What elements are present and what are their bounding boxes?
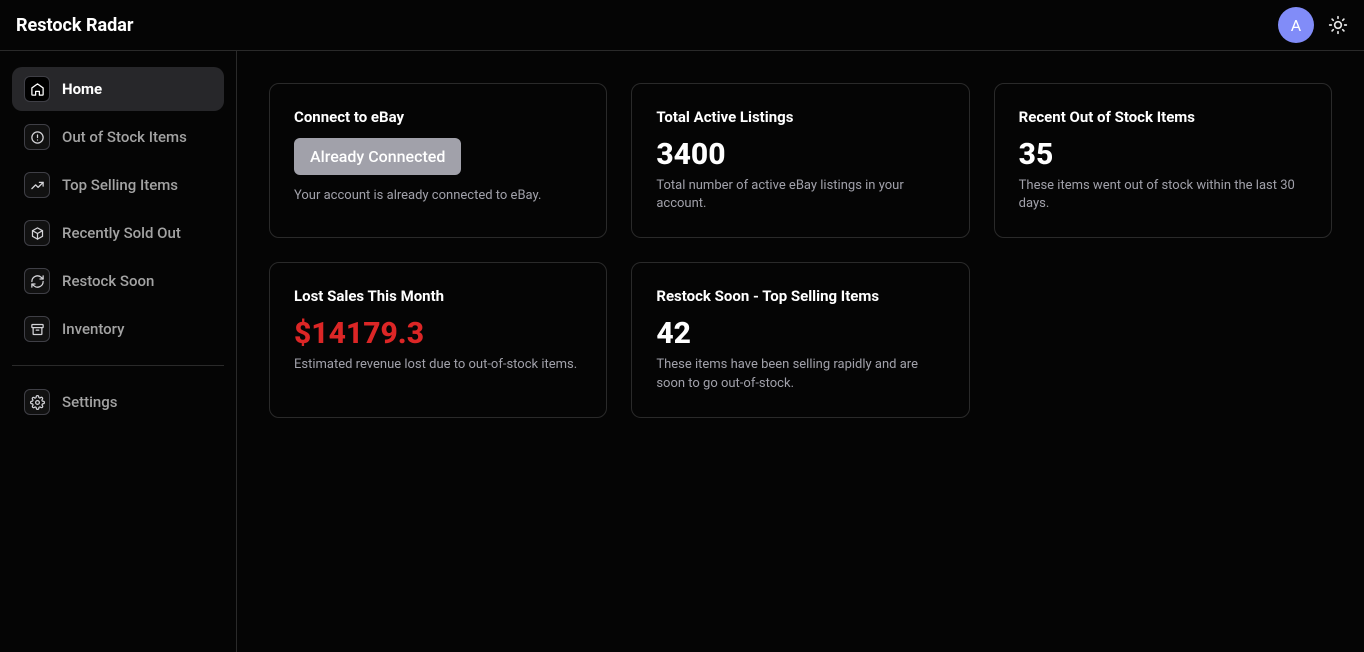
card-description: These items went out of stock within the… xyxy=(1019,177,1307,213)
card-connect-ebay: Connect to eBay Already Connected Your a… xyxy=(269,83,607,238)
app-header: Restock Radar A xyxy=(0,0,1364,51)
card-description: Your account is already connected to eBa… xyxy=(294,187,582,205)
sidebar-item-out-of-stock[interactable]: Out of Stock Items xyxy=(12,115,224,159)
app-title: Restock Radar xyxy=(16,15,134,36)
dashboard-card-grid: Connect to eBay Already Connected Your a… xyxy=(269,83,1332,418)
main-content: Connect to eBay Already Connected Your a… xyxy=(237,51,1364,652)
package-icon xyxy=(24,220,50,246)
sidebar-item-inventory[interactable]: Inventory xyxy=(12,307,224,351)
sidebar-item-label: Home xyxy=(62,80,102,98)
card-value: 3400 xyxy=(656,138,944,171)
card-active-listings: Total Active Listings 3400 Total number … xyxy=(631,83,969,238)
avatar[interactable]: A xyxy=(1278,7,1314,43)
sidebar-item-label: Out of Stock Items xyxy=(62,128,187,146)
card-title: Total Active Listings xyxy=(656,108,944,126)
house-icon xyxy=(24,76,50,102)
sidebar: Home Out of Stock Items Top Selling Item… xyxy=(0,51,237,652)
sidebar-item-label: Inventory xyxy=(62,320,124,338)
card-value: 42 xyxy=(656,317,944,350)
sidebar-item-settings[interactable]: Settings xyxy=(12,380,224,424)
connect-button-label: Already Connected xyxy=(310,147,445,166)
card-value: $14179.3 xyxy=(294,317,582,350)
sidebar-item-restock-soon[interactable]: Restock Soon xyxy=(12,259,224,303)
card-description: Total number of active eBay listings in … xyxy=(656,177,944,213)
card-title: Connect to eBay xyxy=(294,108,582,126)
gear-icon xyxy=(24,389,50,415)
avatar-initial: A xyxy=(1291,16,1301,35)
sidebar-item-recently-sold-out[interactable]: Recently Sold Out xyxy=(12,211,224,255)
card-value: 35 xyxy=(1019,138,1307,171)
sun-icon xyxy=(1328,15,1348,35)
sidebar-item-top-selling[interactable]: Top Selling Items xyxy=(12,163,224,207)
alert-circle-icon xyxy=(24,124,50,150)
trending-up-icon xyxy=(24,172,50,198)
nav-list: Home Out of Stock Items Top Selling Item… xyxy=(12,67,224,351)
connect-ebay-button[interactable]: Already Connected xyxy=(294,138,461,175)
sidebar-item-label: Recently Sold Out xyxy=(62,224,181,242)
sidebar-item-home[interactable]: Home xyxy=(12,67,224,111)
sidebar-item-label: Top Selling Items xyxy=(62,176,178,194)
sidebar-item-label: Restock Soon xyxy=(62,272,154,290)
card-title: Lost Sales This Month xyxy=(294,287,582,305)
card-lost-sales: Lost Sales This Month $14179.3 Estimated… xyxy=(269,262,607,417)
archive-icon xyxy=(24,316,50,342)
sidebar-item-label: Settings xyxy=(62,393,118,411)
card-description: Estimated revenue lost due to out-of-sto… xyxy=(294,356,582,374)
card-recent-out-of-stock: Recent Out of Stock Items 35 These items… xyxy=(994,83,1332,238)
theme-toggle-button[interactable] xyxy=(1328,15,1348,35)
card-title: Recent Out of Stock Items xyxy=(1019,108,1307,126)
card-title: Restock Soon - Top Selling Items xyxy=(656,287,944,305)
card-restock-soon: Restock Soon - Top Selling Items 42 Thes… xyxy=(631,262,969,417)
refresh-icon xyxy=(24,268,50,294)
card-description: These items have been selling rapidly an… xyxy=(656,356,944,392)
nav-list-secondary: Settings xyxy=(12,380,224,424)
header-actions: A xyxy=(1278,7,1348,43)
sidebar-divider xyxy=(12,365,224,366)
